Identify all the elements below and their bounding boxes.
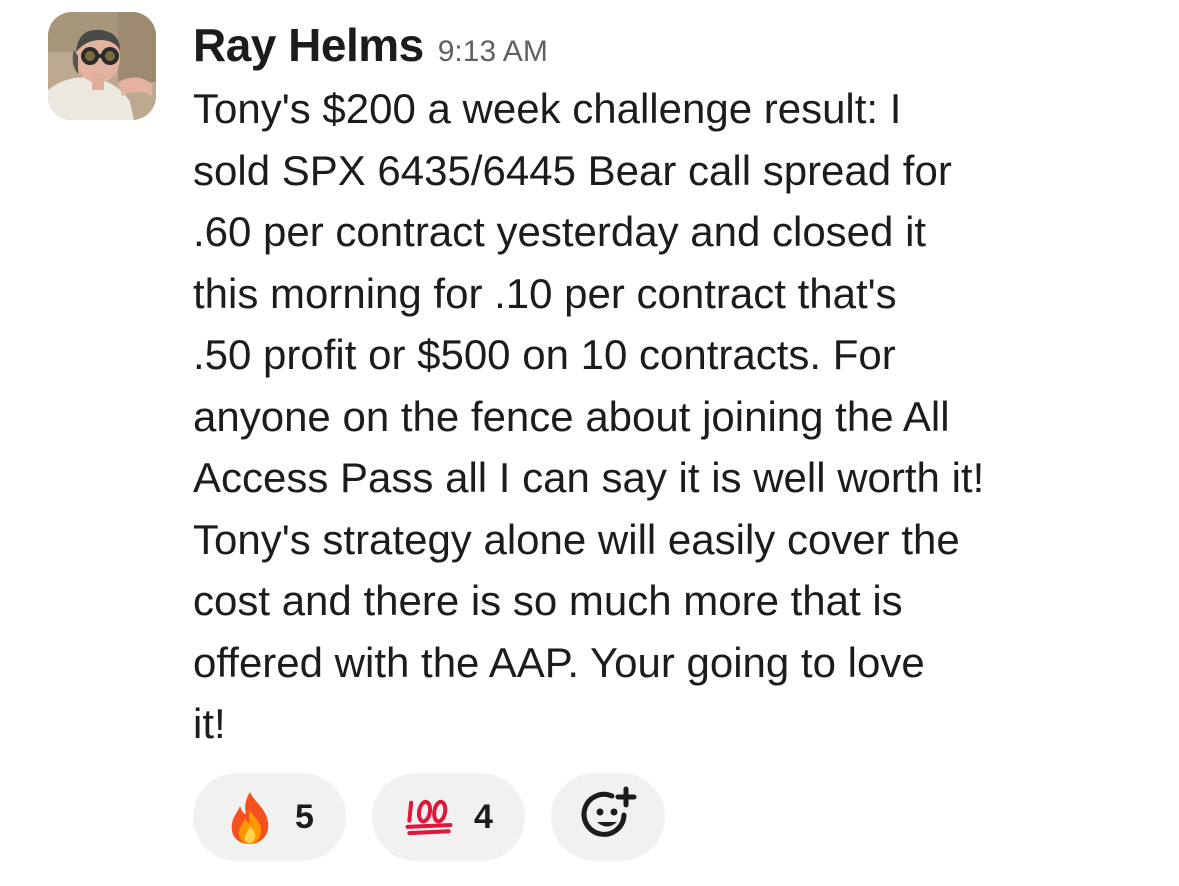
- sender-name[interactable]: Ray Helms: [193, 18, 424, 72]
- fire-emoji-icon: [225, 792, 275, 844]
- message-line: cost and there is so much more that is: [193, 577, 903, 624]
- avatar-photo: [48, 12, 156, 120]
- hundred-points-emoji-icon: [404, 792, 454, 842]
- message-line: Access Pass all I can say it is well wor…: [193, 454, 985, 501]
- message-timestamp[interactable]: 9:13 AM: [438, 35, 548, 69]
- message-line: sold SPX 6435/6445 Bear call spread for: [193, 146, 952, 194]
- message-line: offered with the AAP. Your going to love: [193, 638, 925, 686]
- reaction-hundred-points[interactable]: 4: [372, 773, 525, 861]
- message-body: Tony's $200 a week challenge result: I s…: [193, 78, 1153, 755]
- message-line: Tony's $200 a week challenge result: I: [193, 85, 902, 132]
- message-line: this morning for .10 per contract that's: [193, 269, 897, 317]
- message-line: it!: [193, 700, 226, 747]
- message-line: .60 per contract yesterday and closed it: [193, 208, 927, 255]
- add-reaction-icon: [578, 785, 638, 850]
- message-line: Tony's strategy alone will easily cover …: [193, 515, 960, 563]
- reaction-fire[interactable]: 5: [193, 773, 346, 861]
- message-line: anyone on the fence about joining the Al…: [193, 392, 950, 440]
- reactions-bar: 5 4: [193, 773, 665, 861]
- reaction-count: 5: [295, 797, 314, 836]
- message-line: .50 profit or $500 on 10 contracts. For: [193, 331, 896, 378]
- reaction-count: 4: [474, 797, 493, 836]
- message: Ray Helms 9:13 AM Tony's $200 a week cha…: [0, 0, 1179, 886]
- avatar[interactable]: [48, 12, 156, 120]
- message-header: Ray Helms 9:13 AM: [193, 18, 548, 72]
- add-reaction-button[interactable]: [551, 773, 665, 861]
